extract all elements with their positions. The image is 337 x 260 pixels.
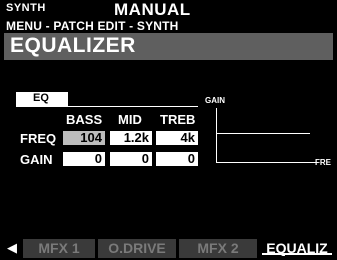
eq-section-label: EQ [16, 92, 68, 106]
screen-title: MANUAL [114, 0, 191, 19]
tab-o-drive[interactable]: O.DRIVE [98, 239, 176, 258]
graph-y-axis [216, 108, 217, 163]
freq-mid-value[interactable]: 1.2k [110, 131, 152, 145]
active-tab-indicator [262, 253, 332, 255]
graph-gain-label: GAIN [205, 96, 225, 105]
page-title: EQUALIZER [10, 34, 136, 57]
freq-bass-value[interactable]: 104 [63, 131, 105, 145]
row-label-gain: GAIN [20, 152, 53, 167]
eq-response-curve [217, 133, 310, 134]
freq-treb-value[interactable]: 4k [156, 131, 198, 145]
tab-mfx-1[interactable]: MFX 1 [23, 239, 95, 258]
mode-label: SYNTH [6, 2, 46, 14]
column-header-treb: TREB [160, 112, 196, 127]
gain-treb-value[interactable]: 0 [156, 152, 198, 166]
tab-mfx-2[interactable]: MFX 2 [179, 239, 257, 258]
row-label-freq: FREQ [20, 131, 57, 146]
page-title-bar: EQUALIZER [4, 33, 333, 60]
eq-section-text: EQ [33, 92, 49, 104]
tab-equalizer[interactable]: EQUALIZ [260, 239, 334, 258]
eq-divider [16, 106, 198, 107]
column-header-bass: BASS [66, 112, 103, 127]
tab-bar: ◀ MFX 1 O.DRIVE MFX 2 EQUALIZ [0, 236, 337, 260]
column-header-mid: MID [118, 112, 142, 127]
breadcrumb: MENU - PATCH EDIT - SYNTH [6, 19, 179, 33]
synth-display: SYNTH MANUAL MENU - PATCH EDIT - SYNTH E… [0, 0, 337, 260]
graph-x-axis [216, 162, 318, 163]
gain-mid-value[interactable]: 0 [110, 152, 152, 166]
graph-freq-label: FRE [315, 158, 331, 167]
scroll-left-icon[interactable]: ◀ [7, 240, 17, 256]
gain-bass-value[interactable]: 0 [63, 152, 105, 166]
